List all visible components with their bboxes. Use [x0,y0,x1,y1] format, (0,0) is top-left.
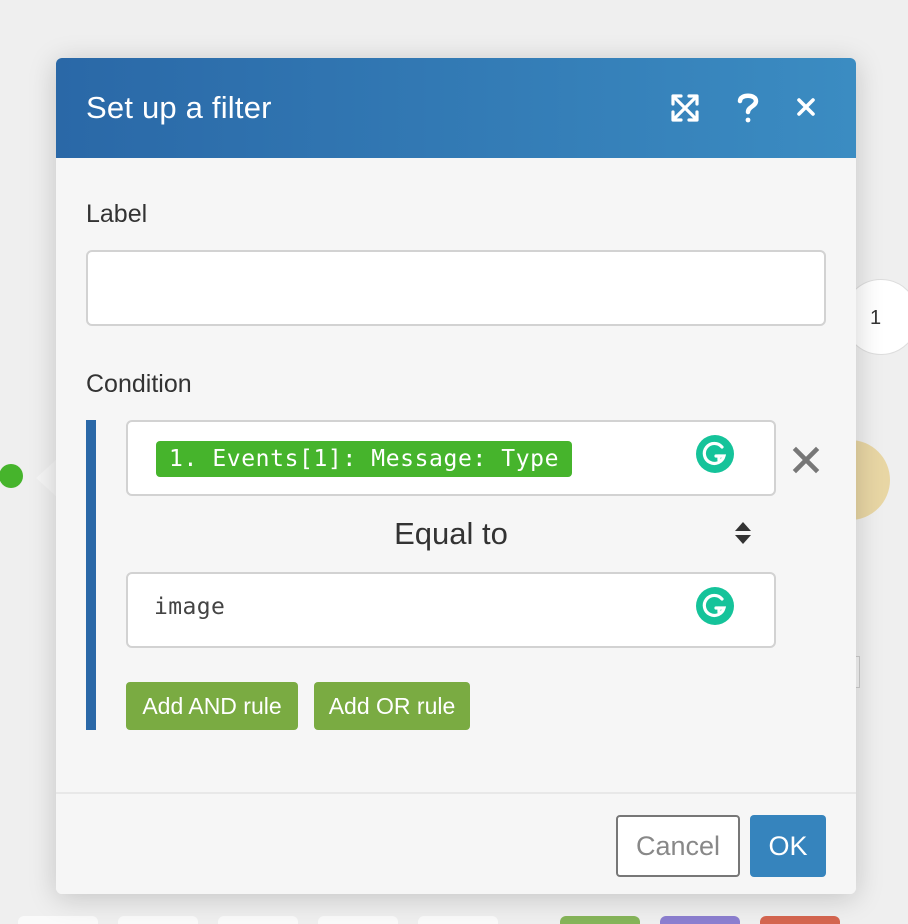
bottom-toolbar-item [418,916,498,924]
operator-select-value: Equal to [394,516,508,551]
grammarly-icon[interactable] [695,434,735,474]
module-counter-text: 1 [870,307,882,329]
cancel-button[interactable]: Cancel [616,815,740,877]
help-icon[interactable] [732,90,764,123]
label-input[interactable] [86,250,826,326]
dialog-body: Label Condition 1. Events[1]: Message: T… [56,158,856,792]
value-field-text: image [154,594,226,620]
dialog-pointer-arrow [36,458,58,498]
bottom-toolbar-item [560,916,640,924]
label-field-label: Label [86,200,148,228]
sort-arrows-icon [733,520,753,546]
mapped-variable-pill[interactable]: 1. Events[1]: Message: Type [156,441,573,477]
operand-field[interactable]: 1. Events[1]: Message: Type [126,420,776,496]
bottom-toolbar-item [318,916,398,924]
ok-button[interactable]: OK [750,815,826,877]
bottom-toolbar-item [118,916,198,924]
dialog-footer: Cancel OK [56,792,856,894]
operator-select[interactable]: Equal to [126,510,776,560]
add-and-rule-button[interactable]: Add AND rule [126,682,298,730]
bottom-toolbar-item [660,916,740,924]
grammarly-icon[interactable] [695,586,735,626]
condition-group-bar [86,420,96,730]
filter-dialog: Set up a filter Label Condition 1. Event… [56,58,856,894]
bottom-toolbar-item [760,916,840,924]
background-connector-dot [0,464,23,488]
bottom-toolbar-item [218,916,298,924]
value-field[interactable]: image [126,572,776,648]
dialog-header: Set up a filter [56,58,856,158]
remove-rule-icon[interactable] [790,444,822,476]
condition-label: Condition [86,370,192,398]
expand-icon[interactable] [669,92,701,124]
bottom-toolbar-item [18,916,98,924]
close-icon[interactable] [790,91,822,123]
dialog-title: Set up a filter [86,90,272,125]
add-or-rule-button[interactable]: Add OR rule [314,682,470,730]
